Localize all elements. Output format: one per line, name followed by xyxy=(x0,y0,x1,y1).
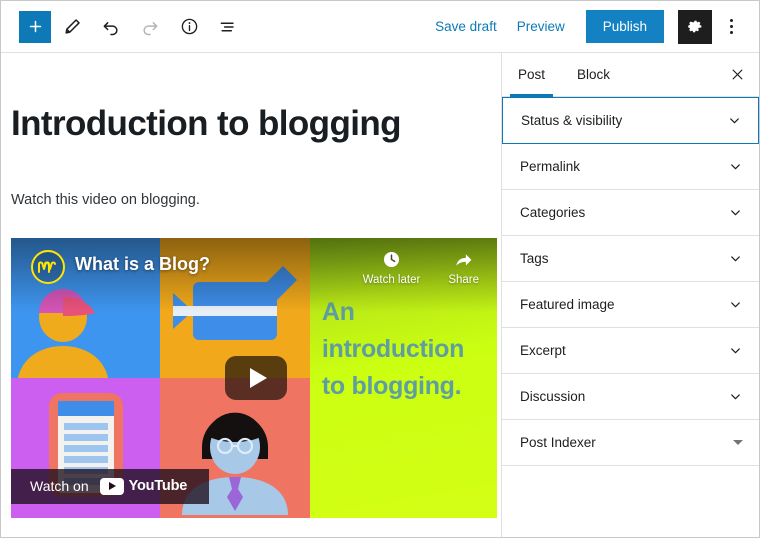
panel-label: Permalink xyxy=(520,159,581,174)
settings-toggle-button[interactable] xyxy=(678,9,712,44)
redo-arrow-icon xyxy=(143,21,158,35)
redo-button[interactable] xyxy=(132,9,168,45)
panel-permalink[interactable]: Permalink xyxy=(502,144,759,190)
info-circle-icon xyxy=(181,18,197,35)
panel-status-and-visibility[interactable]: Status & visibility xyxy=(502,97,759,144)
chevron-down-icon xyxy=(728,205,743,220)
channel-logo-icon xyxy=(31,249,65,284)
panel-excerpt[interactable]: Excerpt xyxy=(502,328,759,374)
plus-icon xyxy=(29,20,41,33)
video-camera-icon xyxy=(173,266,298,341)
play-button[interactable] xyxy=(225,355,288,400)
paragraph-block[interactable]: Watch this video on blogging. xyxy=(11,192,493,208)
vertical-ellipsis-icon xyxy=(729,25,733,28)
chevron-down-icon xyxy=(728,251,743,266)
close-x-icon xyxy=(732,69,742,80)
post-title[interactable]: Introduction to blogging xyxy=(11,104,493,144)
triangle-down-icon xyxy=(733,440,743,445)
share-arrow-icon xyxy=(453,248,474,272)
share-button[interactable]: Share xyxy=(448,248,479,286)
list-view-icon xyxy=(220,22,234,31)
settings-sidebar: Post Block Status & visibility Permalink xyxy=(501,53,759,537)
panel-label: Featured image xyxy=(520,297,615,312)
editor-body: Introduction to blogging Watch this vide… xyxy=(1,53,759,537)
close-sidebar-button[interactable] xyxy=(715,53,759,96)
youtube-label: YouTube xyxy=(128,478,188,494)
list-view-button[interactable] xyxy=(210,9,246,45)
undo-button[interactable] xyxy=(93,9,129,45)
vertical-ellipsis-icon xyxy=(729,31,733,34)
sidebar-tabs: Post Block xyxy=(502,53,759,97)
tab-post[interactable]: Post xyxy=(502,53,561,97)
video-controls: Watch later Share xyxy=(363,248,479,286)
panel-featured-image[interactable]: Featured image xyxy=(502,282,759,328)
share-label: Share xyxy=(448,273,479,286)
content-info-button[interactable] xyxy=(171,9,207,45)
publish-button[interactable]: Publish xyxy=(585,10,664,43)
editor-window: Save draft Preview Publish Introduction … xyxy=(0,0,760,538)
tab-block[interactable]: Block xyxy=(561,53,626,96)
pencil-icon xyxy=(64,19,80,34)
preview-button[interactable]: Preview xyxy=(508,13,574,40)
watch-later-button[interactable]: Watch later xyxy=(362,248,421,286)
panel-label: Tags xyxy=(520,251,549,266)
panel-categories[interactable]: Categories xyxy=(502,190,759,236)
channel-logo-glyph xyxy=(38,261,56,273)
youtube-badge: YouTube xyxy=(99,477,188,495)
panel-label: Status & visibility xyxy=(521,113,623,128)
panel-post-indexer[interactable]: Post Indexer xyxy=(502,420,759,466)
chevron-down-icon xyxy=(728,343,743,358)
vertical-ellipsis-icon xyxy=(729,19,733,22)
play-triangle-icon xyxy=(249,367,267,388)
chevron-down-icon xyxy=(727,113,742,128)
chevron-down-icon xyxy=(728,297,743,312)
save-draft-button[interactable]: Save draft xyxy=(426,13,506,40)
video-channel-title: What is a Blog? xyxy=(75,253,210,274)
video-embed-block[interactable]: An introduction to blogging. What is a B… xyxy=(11,237,497,518)
panel-label: Excerpt xyxy=(520,343,566,358)
chevron-down-icon xyxy=(728,159,743,174)
chevron-down-icon xyxy=(728,389,743,404)
person-with-cap-icon xyxy=(17,288,108,378)
watch-later-label: Watch later xyxy=(362,273,421,286)
toolbar-right-group: Save draft Preview Publish xyxy=(426,9,746,44)
youtube-play-icon xyxy=(99,477,124,495)
editor-toolbar: Save draft Preview Publish xyxy=(1,1,759,53)
panel-label: Post Indexer xyxy=(520,435,596,450)
editor-canvas[interactable]: Introduction to blogging Watch this vide… xyxy=(1,53,501,537)
gear-icon xyxy=(687,20,701,33)
watch-on-label: Watch on xyxy=(30,478,89,494)
watch-on-youtube-button[interactable]: Watch on YouTube xyxy=(11,468,210,504)
add-block-button[interactable] xyxy=(19,10,51,43)
toolbar-left-group xyxy=(19,9,246,45)
panel-label: Categories xyxy=(520,205,586,220)
panel-label: Discussion xyxy=(520,389,586,404)
more-options-button[interactable] xyxy=(716,10,746,44)
clock-icon xyxy=(382,248,401,272)
panel-tags[interactable]: Tags xyxy=(502,236,759,282)
undo-arrow-icon xyxy=(103,21,118,35)
panel-discussion[interactable]: Discussion xyxy=(502,374,759,420)
edit-mode-button[interactable] xyxy=(54,9,90,45)
video-headline: An introduction to blogging. xyxy=(321,297,465,400)
